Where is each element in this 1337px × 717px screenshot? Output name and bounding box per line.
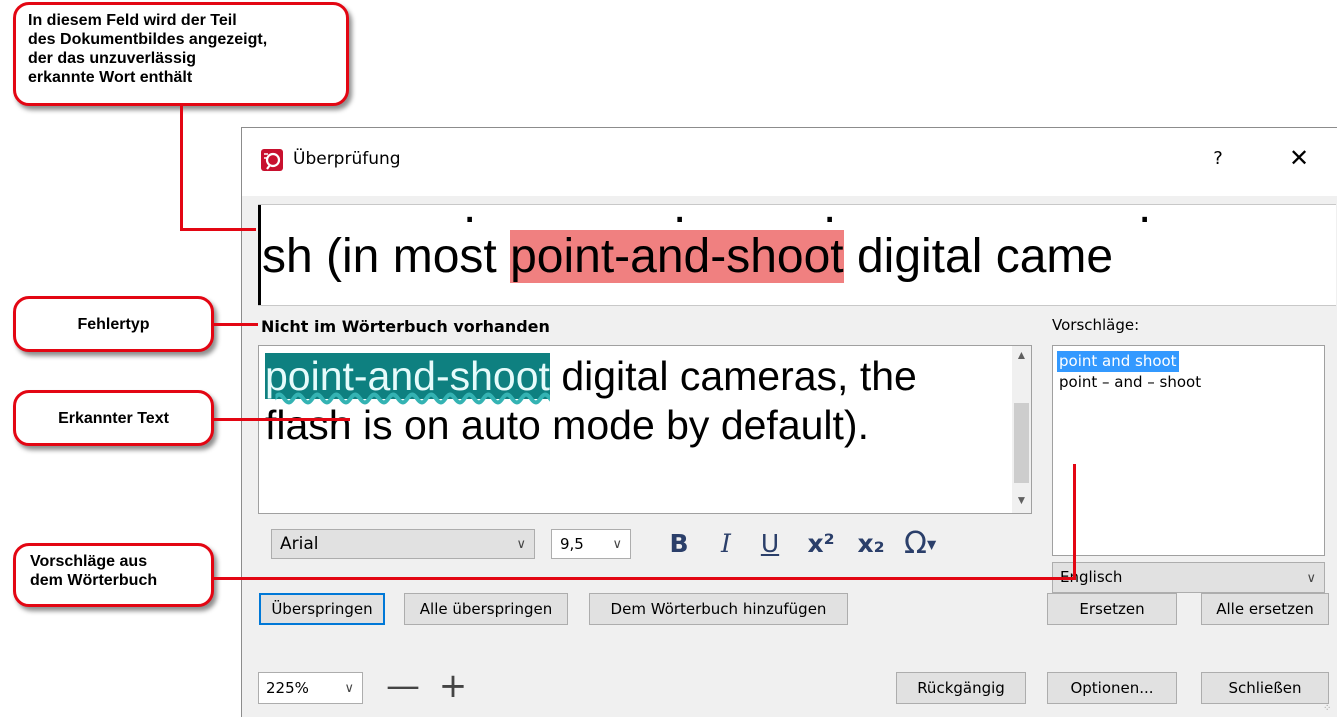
connector-line xyxy=(1073,464,1076,580)
font-select[interactable]: Arial ∨ xyxy=(271,529,535,559)
add-to-dictionary-button[interactable]: Dem Wörterbuch hinzufügen xyxy=(589,593,848,625)
font-value: Arial xyxy=(280,534,319,554)
suggestion-item[interactable]: point – and – shoot xyxy=(1057,372,1203,393)
options-button[interactable]: Optionen... xyxy=(1047,672,1177,704)
scroll-up-icon[interactable]: ▲ xyxy=(1012,348,1031,366)
chevron-down-icon: ∨ xyxy=(612,537,622,552)
undo-button[interactable]: Rückgängig xyxy=(896,672,1026,704)
title-bar: Überprüfung ? ✕ xyxy=(242,128,1337,196)
zoom-value: 225% xyxy=(266,679,309,697)
resize-grip-icon[interactable]: ⁘ xyxy=(1323,703,1335,715)
skip-all-button[interactable]: Alle überspringen xyxy=(404,593,568,625)
omega-icon: Ω xyxy=(904,526,927,561)
italic-button[interactable]: I xyxy=(712,528,740,560)
annotation-line: In diesem Feld wird der Teil xyxy=(28,12,237,29)
image-fragment: . xyxy=(673,204,687,233)
image-edge xyxy=(258,205,261,305)
annotation-line: Vorschläge aus xyxy=(30,553,148,570)
suggestion-item[interactable]: point and shoot xyxy=(1057,351,1179,372)
skip-button[interactable]: Überspringen xyxy=(259,593,385,625)
font-size-select[interactable]: 9,5 ∨ xyxy=(551,529,631,559)
zoom-out-button[interactable]: — xyxy=(386,668,420,704)
image-text-highlight: point-and-shoot xyxy=(510,230,844,283)
connector-line xyxy=(214,418,350,421)
close-button[interactable]: Schließen xyxy=(1201,672,1329,704)
recognized-text[interactable]: point-and-shoot digital cameras, the fla… xyxy=(265,352,1005,450)
dropdown-caret-icon: ▼ xyxy=(926,537,937,552)
annotation-label: Fehlertyp xyxy=(77,315,150,333)
zoom-in-button[interactable]: + xyxy=(438,668,468,704)
close-window-button[interactable]: ✕ xyxy=(1284,144,1314,174)
font-size-value: 9,5 xyxy=(560,535,584,553)
replace-button[interactable]: Ersetzen xyxy=(1047,593,1177,625)
language-select[interactable]: Englisch ∨ xyxy=(1052,562,1325,593)
subscript-button[interactable]: x₂ xyxy=(854,528,888,560)
image-fragment: . xyxy=(823,204,837,233)
chevron-down-icon: ∨ xyxy=(1306,571,1316,586)
format-toolbar: Arial ∨ 9,5 ∨ B I U x² x₂ Ω▼ xyxy=(258,514,1032,574)
connector-line xyxy=(214,323,258,326)
error-type-label: Nicht im Wörterbuch vorhanden xyxy=(261,317,550,336)
suggestions-list[interactable]: point and shoot point – and – shoot xyxy=(1052,345,1325,556)
chevron-down-icon: ∨ xyxy=(344,681,354,696)
replace-all-button[interactable]: Alle ersetzen xyxy=(1201,593,1329,625)
annotation-recognized-text: Erkannter Text xyxy=(13,390,214,446)
zoom-select[interactable]: 225% ∨ xyxy=(258,672,363,704)
review-dialog: Überprüfung ? ✕ . . . . sh (in most poin… xyxy=(241,127,1337,717)
editor-scrollbar[interactable]: ▲ ▼ xyxy=(1012,346,1031,513)
bold-button[interactable]: B xyxy=(665,528,693,560)
document-image-text: sh (in most point-and-shoot digital came xyxy=(262,230,1114,283)
annotation-line: der das unzuverlässig xyxy=(28,50,197,67)
annotation-document-image: In diesem Feld wird der Teil des Dokumen… xyxy=(13,2,349,106)
image-fragment: . xyxy=(1138,204,1152,233)
annotation-label: Erkannter Text xyxy=(58,409,169,427)
annotation-line: des Dokumentbildes angezeigt, xyxy=(28,31,268,48)
scroll-down-icon[interactable]: ▼ xyxy=(1012,493,1031,511)
underline-button[interactable]: U xyxy=(756,528,784,560)
annotation-line: dem Wörterbuch xyxy=(30,572,158,589)
annotation-line: erkannte Wort enthält xyxy=(28,69,193,86)
dialog-title: Überprüfung xyxy=(293,149,401,169)
connector-line xyxy=(180,228,256,231)
recognized-text-editor[interactable]: point-and-shoot digital cameras, the fla… xyxy=(258,345,1032,514)
suggestions-label: Vorschläge: xyxy=(1052,316,1140,334)
uncertain-word[interactable]: point-and-shoot xyxy=(265,353,550,399)
scroll-thumb[interactable] xyxy=(1014,403,1029,483)
chevron-down-icon: ∨ xyxy=(516,537,526,552)
image-text-before: sh (in most xyxy=(262,230,511,283)
document-image-view: . . . . sh (in most point-and-shoot digi… xyxy=(258,204,1336,306)
annotation-suggestions: Vorschläge aus dem Wörterbuch xyxy=(13,543,214,607)
superscript-button[interactable]: x² xyxy=(804,528,838,560)
app-logo-icon xyxy=(261,149,283,171)
help-button[interactable]: ? xyxy=(1206,148,1230,172)
annotation-error-type: Fehlertyp xyxy=(13,296,214,352)
image-text-after: digital came xyxy=(843,230,1114,283)
image-fragment: . xyxy=(463,204,477,233)
connector-line xyxy=(214,577,1076,580)
connector-line xyxy=(180,106,183,230)
special-characters-button[interactable]: Ω▼ xyxy=(904,528,964,560)
